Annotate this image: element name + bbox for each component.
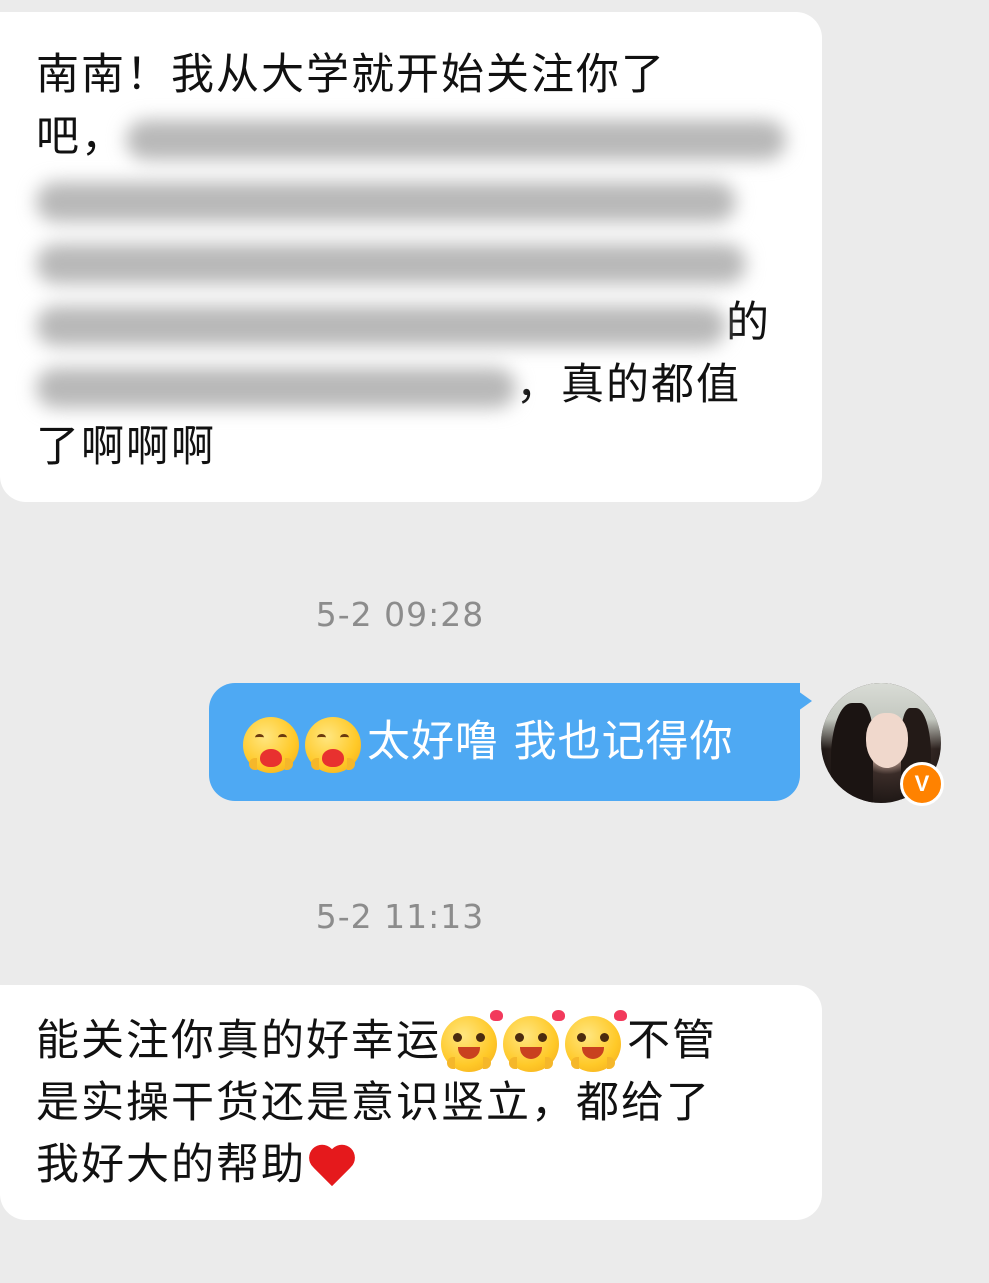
message-line: 了啊啊啊 xyxy=(36,422,216,472)
message-line: 是实操干货还是意识竖立，都给了 xyxy=(36,1078,711,1128)
message-line: 吧， xyxy=(36,106,786,168)
blurred-text-redaction xyxy=(36,181,736,222)
blurred-text-redaction xyxy=(36,243,746,284)
blurred-text-redaction xyxy=(36,305,726,346)
message-text: 我好大的帮助 xyxy=(36,1140,306,1190)
message-text: ，真的都值 xyxy=(516,360,741,410)
message-line: 能关注你真的好幸运 不管 xyxy=(36,1009,782,1072)
blurred-text-redaction xyxy=(36,367,516,408)
hugging-face-emoji-icon xyxy=(305,716,361,773)
incoming-message-bubble[interactable]: 能关注你真的好幸运 不管 是实操干货还是意识竖立，都给了 我好大的帮助 xyxy=(0,985,822,1220)
hugging-face-emoji-icon xyxy=(243,716,299,773)
verified-badge-icon: V xyxy=(900,762,944,806)
message-text: 的 xyxy=(726,298,771,348)
message-text: 太好噜 我也记得你 xyxy=(367,717,734,767)
message-text: 能关注你真的好幸运 xyxy=(36,1016,441,1066)
message-text: 不管 xyxy=(627,1016,717,1066)
message-text: 吧， xyxy=(36,112,126,162)
message-line: ，真的都值 xyxy=(36,354,782,416)
message-line: 南南！我从大学就开始关注你了 xyxy=(36,50,666,100)
blurred-text-redaction xyxy=(126,119,786,160)
message-line: 我好大的帮助 xyxy=(36,1134,782,1196)
red-heart-icon xyxy=(310,1144,358,1192)
message-line: 的 xyxy=(36,292,782,354)
message-line xyxy=(36,168,782,230)
smiling-hearts-emoji-icon xyxy=(565,1009,627,1072)
message-timestamp: 5-2 11:13 xyxy=(315,897,485,936)
outgoing-message-bubble[interactable]: 太好噜 我也记得你 xyxy=(209,683,812,801)
message-line xyxy=(36,230,782,292)
incoming-message-bubble[interactable]: 南南！我从大学就开始关注你了 吧， 的 ，真的都值 了啊啊啊 xyxy=(0,12,822,502)
smiling-hearts-emoji-icon xyxy=(503,1009,565,1072)
smiling-hearts-emoji-icon xyxy=(441,1009,503,1072)
message-timestamp: 5-2 09:28 xyxy=(315,595,485,634)
